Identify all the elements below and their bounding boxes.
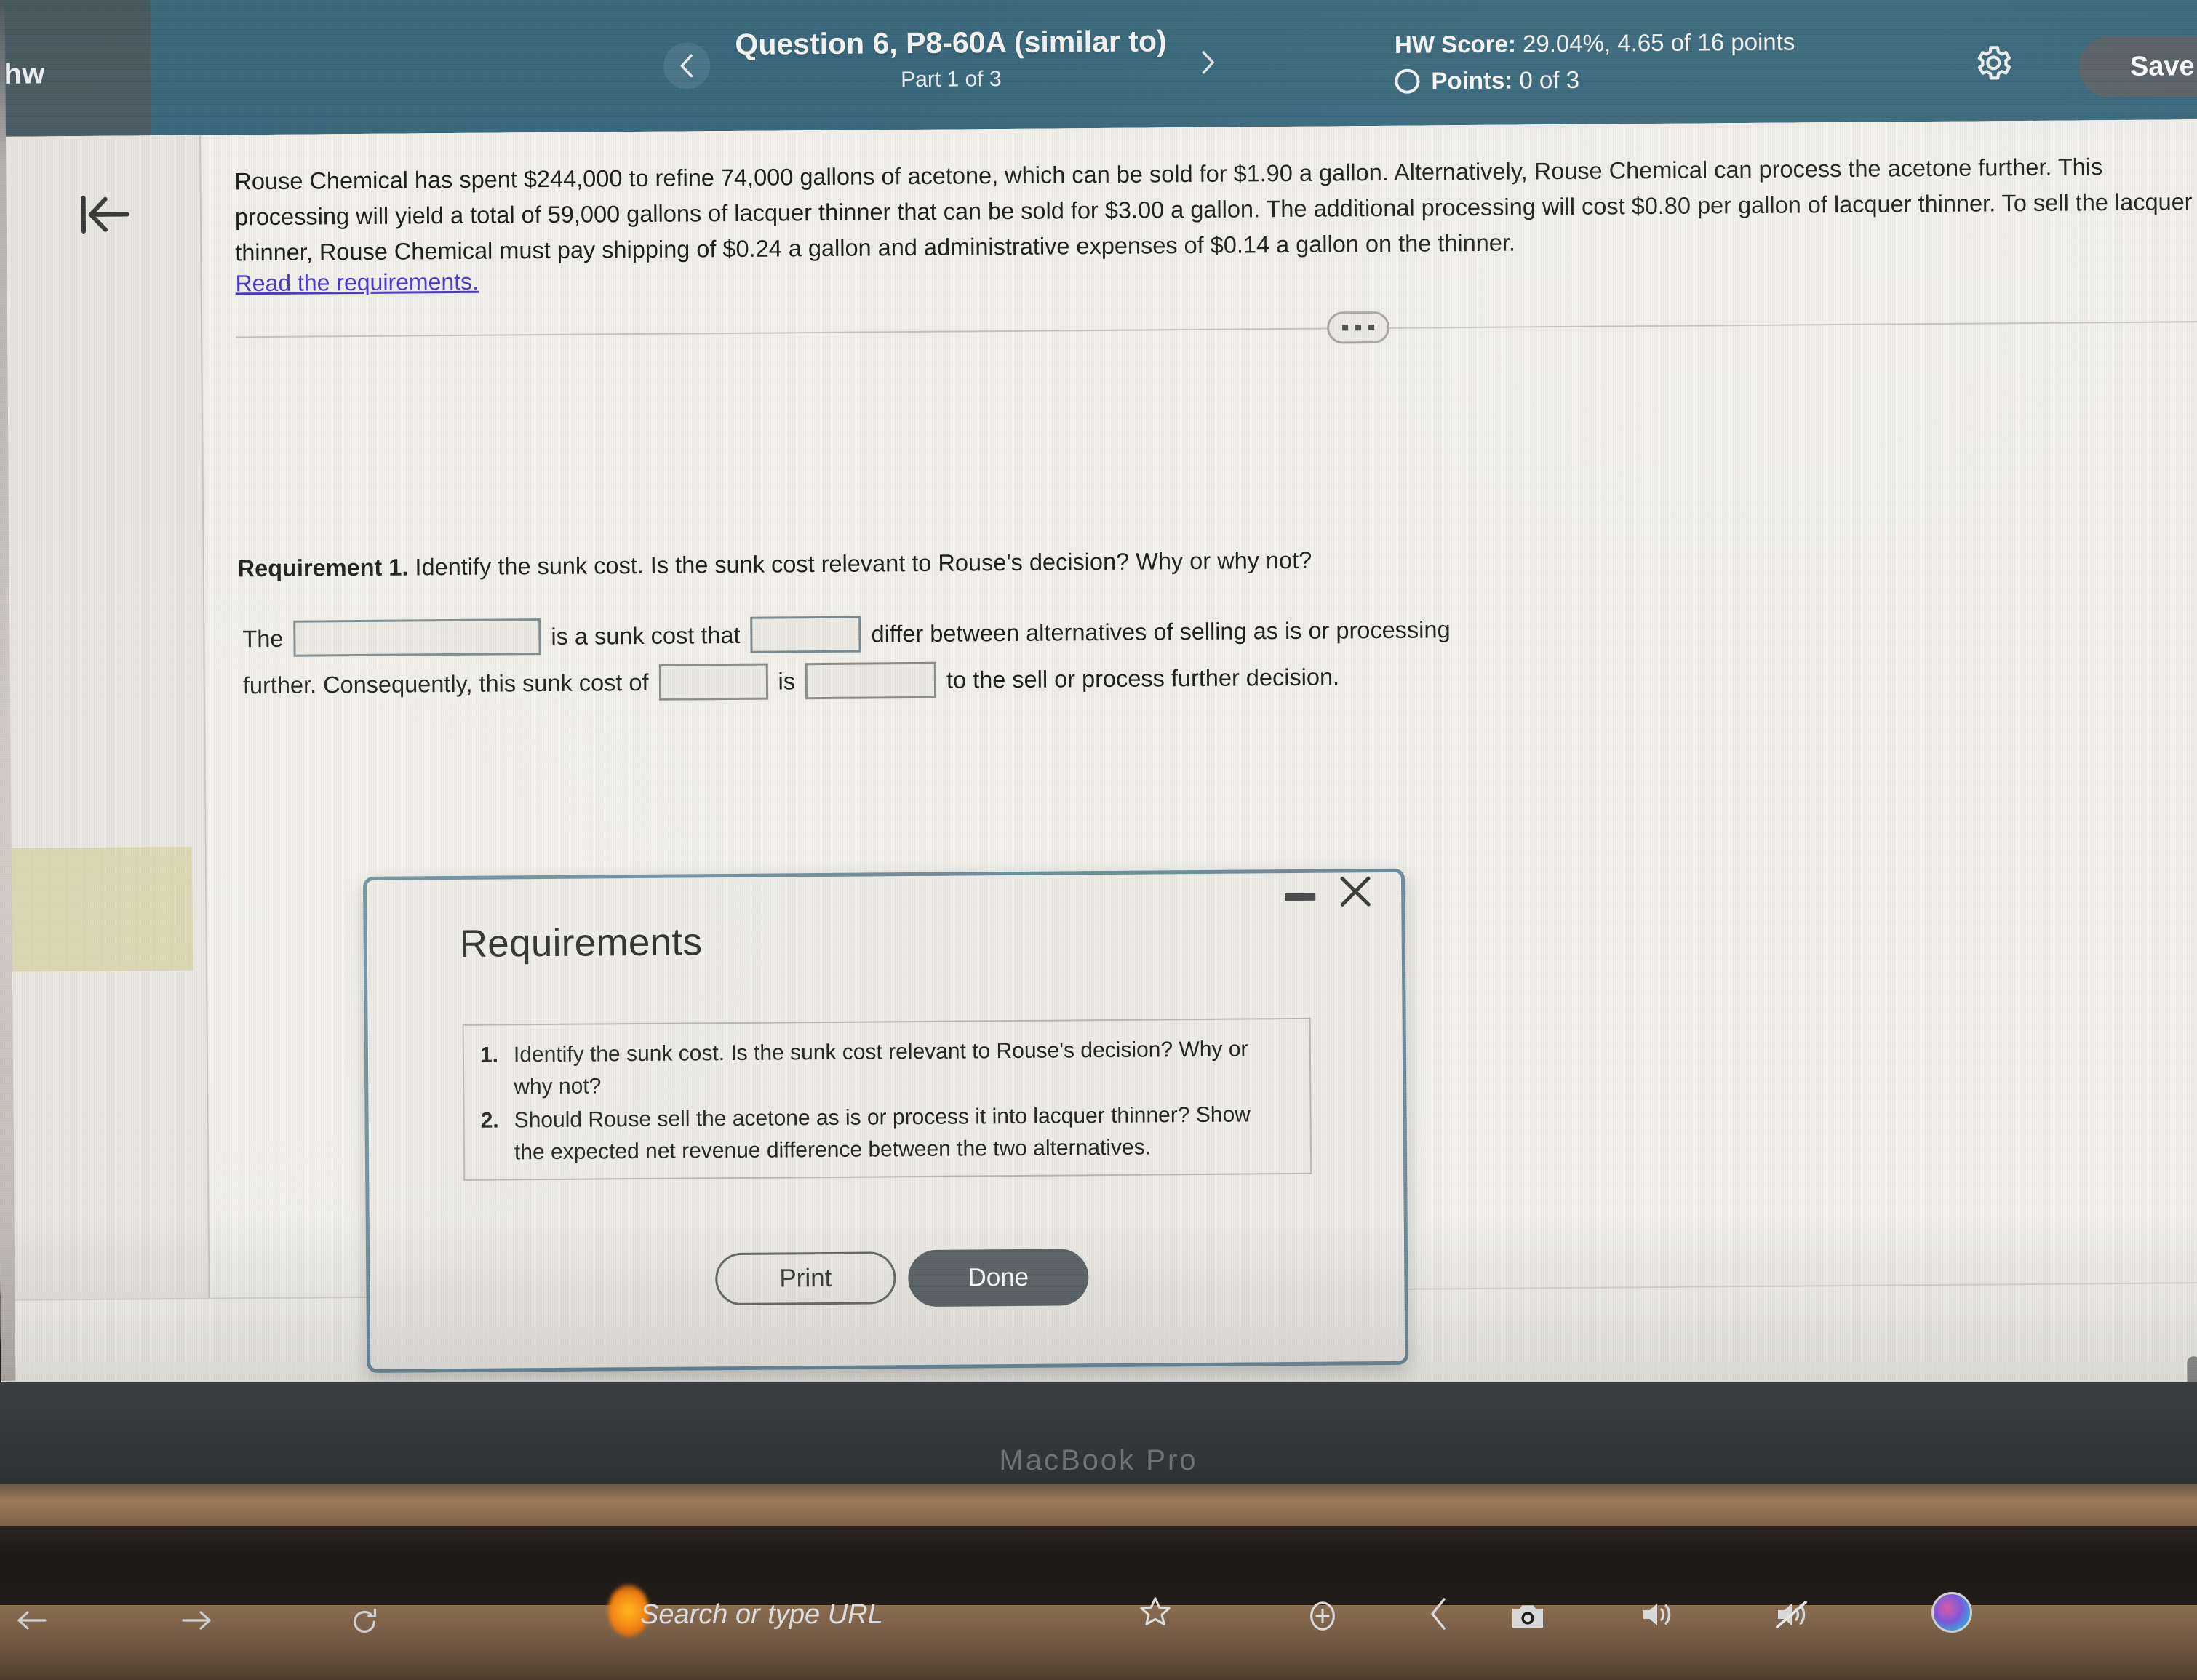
hw-score-value: 29.04%, 4.65 of 16 points	[1515, 28, 1795, 57]
ellipsis-dot-icon	[1368, 325, 1375, 331]
requirement-list-item: 1. Identify the sunk cost. Is the sunk c…	[480, 1033, 1285, 1104]
question-part-label: Part 1 of 3	[901, 67, 1002, 92]
plus-circle-icon	[1310, 1601, 1335, 1631]
hw-score-display: HW Score: 29.04%, 4.65 of 16 points	[1395, 28, 1795, 59]
dialog-minimize-button[interactable]	[1285, 893, 1316, 901]
problem-statement: Rouse Chemical has spent $244,000 to ref…	[234, 154, 2193, 266]
done-button[interactable]: Done	[908, 1249, 1089, 1307]
sunk-cost-amount-input[interactable]	[658, 663, 768, 701]
requirement-item-text: Should Rouse sell the acetone as is or p…	[514, 1102, 1251, 1165]
answer-line-2-text-c: to the sell or process further decision.	[946, 663, 1340, 693]
reload-icon	[354, 1608, 377, 1633]
points-value: 0 of 3	[1512, 65, 1580, 94]
ellipsis-dot-icon	[1342, 325, 1349, 331]
touchbar-url-field[interactable]: Search or type URL	[640, 1599, 883, 1631]
requirement-1-heading: Requirement 1. Identify the sunk cost. I…	[238, 547, 1312, 583]
requirement-item-number: 2.	[480, 1108, 499, 1133]
arrow-right-icon	[182, 1611, 211, 1630]
star-icon	[1140, 1597, 1171, 1625]
arrow-left-icon	[17, 1611, 47, 1630]
answer-line-1-text-a: The	[242, 625, 284, 652]
camera-icon	[1512, 1605, 1543, 1628]
answer-line-2-text-a: further. Consequently, this sunk cost of	[242, 669, 649, 698]
laptop-keyboard	[0, 1605, 2197, 1680]
volume-mute-icon	[1776, 1601, 1807, 1628]
chevron-left-icon	[1431, 1598, 1446, 1630]
left-rail	[0, 135, 210, 1301]
touchbar-new-tab-button[interactable]	[1306, 1599, 1339, 1633]
touchbar-screenshot-button[interactable]	[1510, 1601, 1546, 1631]
previous-question-button[interactable]	[663, 42, 711, 89]
does-differ-input[interactable]	[750, 616, 861, 653]
answer-line-2-text-b: is	[778, 667, 796, 695]
points-display: Points: 0 of 3	[1395, 66, 1579, 95]
volume-up-icon	[1643, 1604, 1671, 1625]
relevance-input[interactable]	[805, 661, 937, 700]
sunk-cost-input[interactable]	[293, 618, 541, 657]
screen-edge-reflection	[0, 846, 193, 972]
answer-line-1-text-c: differ between alternatives of selling a…	[871, 616, 1451, 647]
requirement-1-label: Requirement 1.	[237, 554, 409, 582]
laptop-hinge	[0, 1484, 2197, 1526]
touch-bar	[0, 1526, 2197, 1605]
requirement-list-item: 2. Should Rouse sell the acetone as is o…	[480, 1099, 1285, 1169]
touchbar-reload-button[interactable]	[349, 1607, 380, 1637]
answer-line-1: The is a sunk cost that differ between a…	[242, 611, 1451, 657]
gear-icon	[1977, 46, 2011, 80]
touchbar-mute-button[interactable]	[1775, 1599, 1811, 1630]
touchbar-volume-up-button[interactable]	[1640, 1599, 1677, 1630]
macbook-model-label: MacBook Pro	[999, 1444, 1198, 1476]
answer-line-1-text-b: is a sunk cost that	[551, 621, 741, 650]
requirement-1-prompt: Identify the sunk cost. Is the sunk cost…	[408, 546, 1312, 581]
touchbar-expand-button[interactable]	[1430, 1598, 1448, 1630]
hw-score-label: HW Score:	[1394, 30, 1517, 58]
dialog-title: Requirements	[459, 920, 703, 966]
points-label: Points:	[1431, 66, 1513, 95]
page-body: Rouse Chemical has spent $244,000 to ref…	[0, 119, 2197, 1382]
photo-of-laptop-screen: 8 hw Question 6, P8-60A (similar to) Par…	[0, 0, 2197, 1680]
ellipsis-dot-icon	[1355, 325, 1362, 331]
print-button[interactable]: Print	[715, 1251, 896, 1306]
chevron-left-icon	[680, 54, 693, 78]
requirement-item-text: Identify the sunk cost. Is the sunk cost…	[513, 1037, 1248, 1099]
vertical-scrollbar[interactable]	[2187, 1356, 2197, 1382]
back-to-start-icon	[81, 195, 129, 234]
dialog-close-button[interactable]	[1336, 872, 1375, 911]
points-text: Points: 0 of 3	[1431, 66, 1579, 95]
close-icon	[1340, 876, 1371, 907]
touchbar-siri-button[interactable]	[1931, 1592, 1972, 1633]
chevron-right-icon	[1202, 51, 1214, 74]
assignment-title: 8 hw	[0, 57, 45, 90]
points-status-circle-icon	[1395, 68, 1420, 94]
touchbar-back-button[interactable]	[15, 1609, 47, 1631]
read-requirements-link[interactable]: Read the requirements.	[235, 268, 479, 298]
answer-line-2: further. Consequently, this sunk cost of…	[243, 658, 1340, 704]
settings-button[interactable]	[1973, 42, 2014, 83]
laptop-screen: 8 hw Question 6, P8-60A (similar to) Par…	[0, 0, 2197, 1382]
touchbar-bookmark-button[interactable]	[1139, 1595, 1172, 1628]
question-title: Question 6, P8-60A (similar to)	[735, 24, 1167, 61]
app-header-bar: 8 hw Question 6, P8-60A (similar to) Par…	[0, 0, 2197, 137]
next-question-button[interactable]	[1191, 46, 1224, 79]
requirement-item-number: 1.	[479, 1043, 499, 1067]
back-to-start-button[interactable]	[78, 190, 134, 239]
touchbar-forward-button[interactable]	[182, 1609, 214, 1631]
section-divider	[236, 321, 2197, 338]
browser-viewport: 8 hw Question 6, P8-60A (similar to) Par…	[0, 0, 2197, 1382]
save-button[interactable]: Save	[2078, 35, 2197, 98]
collapse-toggle-button[interactable]	[1326, 311, 1390, 344]
